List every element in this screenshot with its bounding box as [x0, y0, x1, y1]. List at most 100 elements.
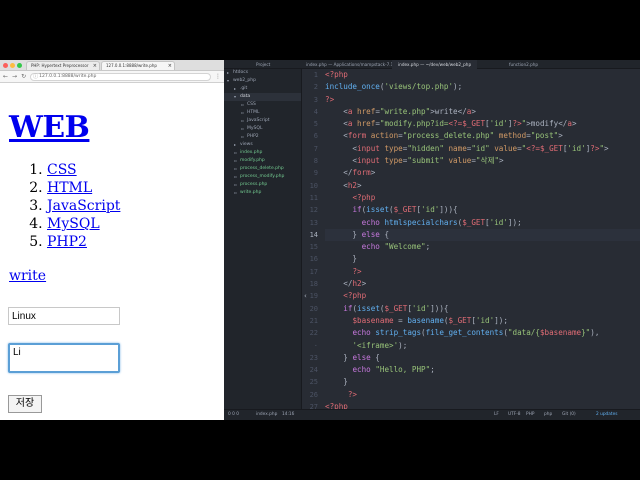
tree-item[interactable]: ▸ views: [224, 141, 301, 149]
browser-window: PHP: Hypertext Preprocessor × 127.0.0.1:…: [0, 60, 224, 420]
forward-arrow-icon[interactable]: →: [12, 73, 17, 80]
browser-tab-label: PHP: Hypertext Preprocessor: [31, 63, 89, 68]
tree-item[interactable]: ▾ web2_php: [224, 77, 301, 85]
status-branch[interactable]: php: [544, 410, 552, 420]
tree-item[interactable]: ▫ PHP2: [224, 133, 301, 141]
line-number: 13: [309, 218, 318, 227]
topic-link-javascript[interactable]: JavaScript: [47, 198, 120, 214]
status-file: index.php: [256, 412, 278, 417]
project-tree: ▸ htdocs ▾ web2_php ▸ .git ▾ data ▫ CSS ▫ HTML ▫ Java…: [224, 69, 302, 409]
code-line: }: [325, 254, 358, 264]
status-line-ending[interactable]: LF: [494, 410, 499, 420]
folder-icon: ▸: [227, 70, 230, 75]
close-window-button[interactable]: [3, 63, 8, 68]
code-line: echo strip_tags(file_get_contents("data/…: [352, 328, 600, 338]
line-number: 9: [313, 169, 318, 178]
status-grammar[interactable]: PHP: [526, 410, 534, 420]
code-editor: Project index.php — Applications/mampsta…: [224, 60, 640, 420]
code-line: echo "Welcome";: [361, 242, 431, 252]
tab-index-web2[interactable]: index.php — ~/dev/web/web2_php: [392, 60, 478, 69]
tree-item-label: views: [240, 142, 253, 147]
window-controls: [3, 63, 22, 68]
tab-index-mampstack[interactable]: index.php — Applications/mampstack-7.1..…: [306, 60, 397, 69]
file-icon: ▫: [241, 102, 244, 107]
file-icon: ▫: [241, 110, 244, 115]
save-button[interactable]: 저장: [8, 395, 42, 413]
line-number: 16: [309, 255, 318, 264]
tree-item-label: CSS: [247, 102, 256, 107]
tree-item[interactable]: ▾ data: [224, 93, 301, 101]
line-number: 1: [313, 71, 318, 79]
tree-item[interactable]: ▫ process.php: [224, 181, 301, 189]
collapse-panel-icon[interactable]: ‹: [304, 292, 307, 300]
line-number-gutter: 1 2 3 4 5 6 7 8 9 10 11 12 13 14 15 16 17 18 19 20 21 22 · 23 24…: [302, 69, 320, 411]
line-number: 23: [309, 353, 318, 362]
code-line: $basename = basename($_GET['id']);: [352, 315, 508, 325]
tree-item[interactable]: ▫ modify.php: [224, 157, 301, 165]
code-line: </h2>: [325, 279, 367, 289]
line-number: 25: [309, 378, 318, 387]
tree-item-label: modify.php: [240, 158, 265, 163]
close-tab-icon[interactable]: ×: [93, 62, 97, 70]
reload-icon[interactable]: ↻: [21, 73, 26, 80]
tab-project[interactable]: Project: [256, 60, 270, 69]
file-icon: ▫: [234, 190, 237, 195]
url-input[interactable]: ⓘ 127.0.0.1:8888/write.php: [30, 72, 211, 81]
tree-item[interactable]: ▫ CSS: [224, 101, 301, 109]
browser-tab-strip: PHP: Hypertext Preprocessor × 127.0.0.1:…: [0, 60, 224, 71]
line-number: 11: [309, 193, 318, 202]
tree-item[interactable]: ▫ write.php: [224, 189, 301, 197]
list-item: JavaScript: [47, 197, 224, 215]
code-line: <?php: [343, 291, 367, 301]
file-icon: ▫: [234, 174, 237, 179]
topic-link-php2[interactable]: PHP2: [47, 234, 87, 250]
code-line: <a href="write.php">write</a>: [325, 106, 476, 116]
home-link[interactable]: WEB: [9, 110, 90, 145]
status-git[interactable]: Git (0): [562, 410, 576, 420]
topic-link-html[interactable]: HTML: [47, 180, 92, 196]
topic-link-css[interactable]: CSS: [47, 162, 77, 178]
code-line: '<iframe>');: [352, 340, 408, 350]
tree-item[interactable]: ▫ HTML: [224, 109, 301, 117]
line-number: 12: [309, 206, 318, 215]
description-textarea[interactable]: Li: [8, 343, 120, 373]
tree-item-label: process_modify.php: [240, 174, 285, 179]
browser-tab-php[interactable]: PHP: Hypertext Preprocessor ×: [26, 61, 100, 70]
code-line: <a href="modify.php?id=<?=$_GET['id']?>"…: [325, 119, 577, 129]
list-item: CSS: [47, 161, 224, 179]
tree-item[interactable]: ▫ MySQL: [224, 125, 301, 133]
tree-item[interactable]: ▫ index.php: [224, 149, 301, 157]
code-line: if(isset($_GET['id'])){: [343, 303, 449, 313]
browser-menu-icon[interactable]: ⋮: [215, 73, 221, 80]
code-line: ?>: [325, 94, 335, 104]
tree-item[interactable]: ▫ process_delete.php: [224, 165, 301, 173]
tree-item[interactable]: ▸ htdocs: [224, 69, 301, 77]
write-link[interactable]: write: [9, 268, 46, 284]
back-arrow-icon[interactable]: ←: [3, 73, 8, 80]
line-number: 26: [309, 390, 318, 399]
browser-tab-write[interactable]: 127.0.0.1:8888/write.php ×: [101, 61, 175, 70]
status-cursor-position[interactable]: 14:16: [282, 410, 294, 420]
minimize-window-button[interactable]: [10, 63, 15, 68]
tab-function2[interactable]: function2.php: [509, 60, 538, 69]
topic-list: CSS HTML JavaScript MySQL PHP2: [9, 161, 224, 251]
title-input[interactable]: Linux: [8, 307, 120, 325]
line-number: 22: [309, 329, 318, 338]
maximize-window-button[interactable]: [17, 63, 22, 68]
status-updates[interactable]: 2 updates: [596, 410, 617, 420]
code-line: <?php: [325, 70, 348, 79]
status-encoding[interactable]: UTF-8: [508, 410, 521, 420]
line-number: ·: [313, 341, 318, 350]
tree-item-label: index.php: [240, 150, 263, 155]
close-tab-icon[interactable]: ×: [168, 62, 172, 70]
line-number: 7: [313, 144, 318, 153]
line-number: 15: [309, 243, 318, 252]
tree-item[interactable]: ▸ .git: [224, 85, 301, 93]
status-diagnostics[interactable]: 0 0 0: [228, 410, 239, 420]
code-line: <?php: [352, 192, 376, 202]
topic-link-mysql[interactable]: MySQL: [47, 216, 100, 232]
tree-item[interactable]: ▫ process_modify.php: [224, 173, 301, 181]
tree-item[interactable]: ▫ JavaScript: [224, 117, 301, 125]
code-area[interactable]: <?php include_once('views/top.php'); ?> …: [325, 69, 640, 411]
code-line: echo htmlspecialchars($_GET['id']);: [361, 217, 522, 227]
